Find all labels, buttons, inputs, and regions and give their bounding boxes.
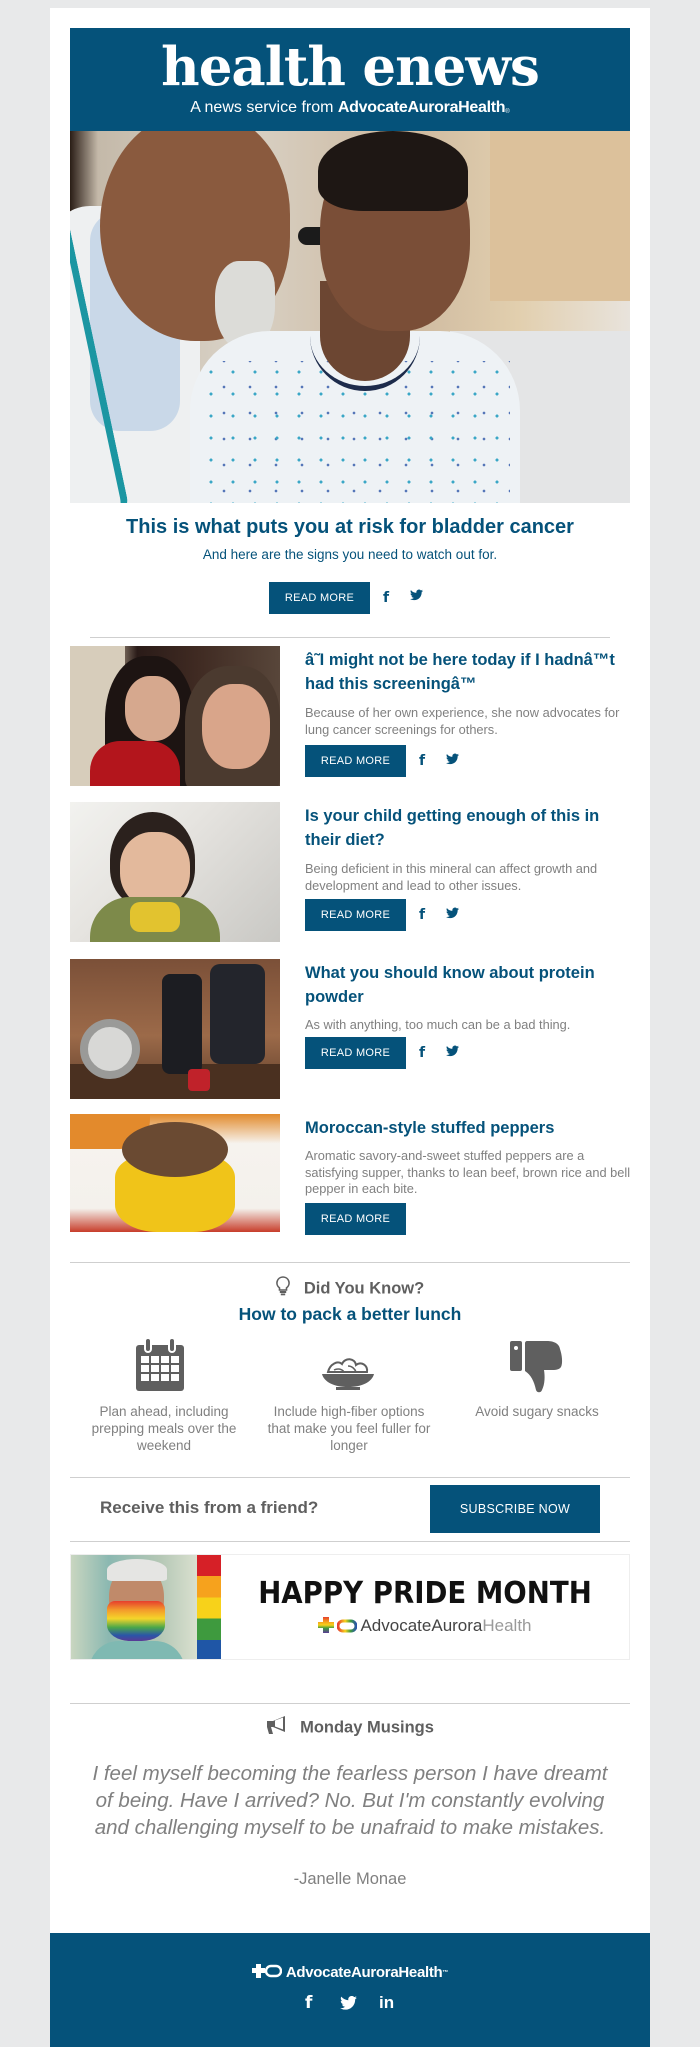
baby-face xyxy=(120,832,190,907)
article-read-more-button[interactable]: READ MORE xyxy=(305,899,406,931)
pepper-filling xyxy=(122,1122,228,1177)
dumbbell-plate xyxy=(80,1019,140,1079)
article-image[interactable] xyxy=(70,1114,280,1232)
article-read-more-button[interactable]: READ MORE xyxy=(305,1037,406,1069)
rainbow-cross-icon xyxy=(318,1617,335,1633)
article-image[interactable] xyxy=(70,646,280,786)
woman-face xyxy=(125,676,180,741)
section-divider xyxy=(90,637,610,638)
masthead[interactable]: health enews A news service from Advocat… xyxy=(70,28,630,131)
hero-cabinet xyxy=(490,131,630,301)
pride-brand-tail: Health xyxy=(482,1616,532,1635)
megaphone-icon xyxy=(266,1715,290,1741)
registered-mark: ® xyxy=(505,109,510,115)
rainbow-link-icon xyxy=(337,1617,358,1633)
red-cap xyxy=(188,1069,210,1091)
tip-text: Plan ahead, including prepping meals ove… xyxy=(91,1404,237,1453)
monday-musings-label: Monday Musings xyxy=(300,1718,434,1737)
rainbow-mask xyxy=(107,1601,165,1641)
pride-photo xyxy=(71,1555,197,1659)
pride-brand-main: AdvocateAurora xyxy=(360,1616,483,1635)
calendar-icon xyxy=(134,1337,194,1397)
article-title-link[interactable]: Moroccan-style stuffed peppers xyxy=(305,1116,635,1140)
hero-patient-hair xyxy=(318,131,468,211)
article-image[interactable] xyxy=(70,802,280,942)
pride-person-body xyxy=(89,1641,185,1659)
facebook-icon[interactable]: f xyxy=(419,1044,425,1062)
quote-author: -Janelle Monae xyxy=(293,1870,407,1888)
pride-brand-logo: AdvocateAuroraHealth xyxy=(221,1615,629,1637)
rainbow-stripes xyxy=(197,1555,221,1659)
newsletter-subtitle: A news service from AdvocateAuroraHealth… xyxy=(70,98,630,118)
article-description: Aromatic savory-and-sweet stuffed pepper… xyxy=(305,1148,631,1196)
section-divider xyxy=(70,1477,630,1478)
footer-linkedin-icon[interactable]: in xyxy=(379,1993,394,2013)
tip-text: Include high-fiber options that make you… xyxy=(267,1404,431,1453)
section-divider xyxy=(70,1541,630,1542)
article-description: Being deficient in this mineral can affe… xyxy=(305,861,598,893)
pride-title: HAPPY PRIDE MONTH xyxy=(258,1576,592,1611)
hero-image[interactable] xyxy=(70,131,630,503)
pride-person-hair xyxy=(107,1559,167,1581)
did-you-know-heading: Did You Know? xyxy=(50,1276,650,1302)
footer-brand-logo[interactable]: AdvocateAuroraHealth™ xyxy=(50,1963,650,1983)
hero-subtitle: And here are the signs you need to watch… xyxy=(202,547,498,562)
tip-text: Avoid sugary snacks xyxy=(475,1404,599,1419)
section-divider xyxy=(70,1262,630,1263)
shaker-bottle xyxy=(162,974,202,1074)
article-title-link[interactable]: Is your child getting enough of this in … xyxy=(305,804,635,852)
footer: AdvocateAuroraHealth™ f in xyxy=(50,1933,650,2047)
article-description: Because of her own experience, she now a… xyxy=(305,705,620,737)
hero-headline-link[interactable]: This is what puts you at risk for bladde… xyxy=(50,514,650,540)
email-container: health enews A news service from Advocat… xyxy=(50,8,650,2047)
thumbs-down-icon xyxy=(508,1340,568,1400)
twitter-icon[interactable] xyxy=(410,589,423,601)
section-divider xyxy=(70,1703,630,1704)
quote-text: I feel myself becoming the fearless pers… xyxy=(92,1762,608,1839)
subscribe-now-button[interactable]: SUBSCRIBE NOW xyxy=(430,1485,600,1533)
protein-tub xyxy=(210,964,265,1064)
did-you-know-subheading: How to pack a better lunch xyxy=(238,1304,462,1324)
did-you-know-label: Did You Know? xyxy=(303,1279,425,1298)
pride-month-banner[interactable]: HAPPY PRIDE MONTH AdvocateAuroraHealth xyxy=(70,1554,630,1660)
monday-musings-heading: Monday Musings xyxy=(50,1715,650,1741)
footer-facebook-icon[interactable]: f xyxy=(305,1993,312,2013)
lightbulb-icon xyxy=(275,1276,290,1302)
twitter-icon[interactable] xyxy=(446,907,459,919)
baby-bib xyxy=(130,902,180,932)
article-title-link[interactable]: â˜I might not be here today if I hadnâ™t… xyxy=(305,648,635,696)
article-title-link[interactable]: What you should know about protein powde… xyxy=(305,961,635,1009)
brand-mark-icon xyxy=(251,1964,282,1978)
twitter-icon[interactable] xyxy=(446,1045,459,1057)
newsletter-title: health enews xyxy=(161,36,540,98)
article-read-more-button[interactable]: READ MORE xyxy=(305,745,406,777)
man-face xyxy=(202,684,270,769)
article-image[interactable] xyxy=(70,959,280,1099)
subtitle-prefix: A news service from xyxy=(190,99,338,116)
footer-trademark: ™ xyxy=(442,1970,449,1976)
twitter-icon[interactable] xyxy=(446,753,459,765)
facebook-icon[interactable]: f xyxy=(419,906,425,924)
article-read-more-button[interactable]: READ MORE xyxy=(305,1203,406,1235)
facebook-icon[interactable]: f xyxy=(383,589,389,607)
subscribe-prompt: Receive this from a friend? xyxy=(100,1498,319,1517)
facebook-icon[interactable]: f xyxy=(419,752,425,770)
subtitle-brand: AdvocateAuroraHealth xyxy=(337,99,506,116)
footer-brand-name: AdvocateAuroraHealth xyxy=(285,1964,443,1981)
article-description: As with anything, too much can be a bad … xyxy=(305,1017,571,1032)
woman-dress xyxy=(90,741,180,786)
hero-read-more-button[interactable]: READ MORE xyxy=(269,582,370,614)
footer-twitter-icon[interactable] xyxy=(340,1995,357,2015)
